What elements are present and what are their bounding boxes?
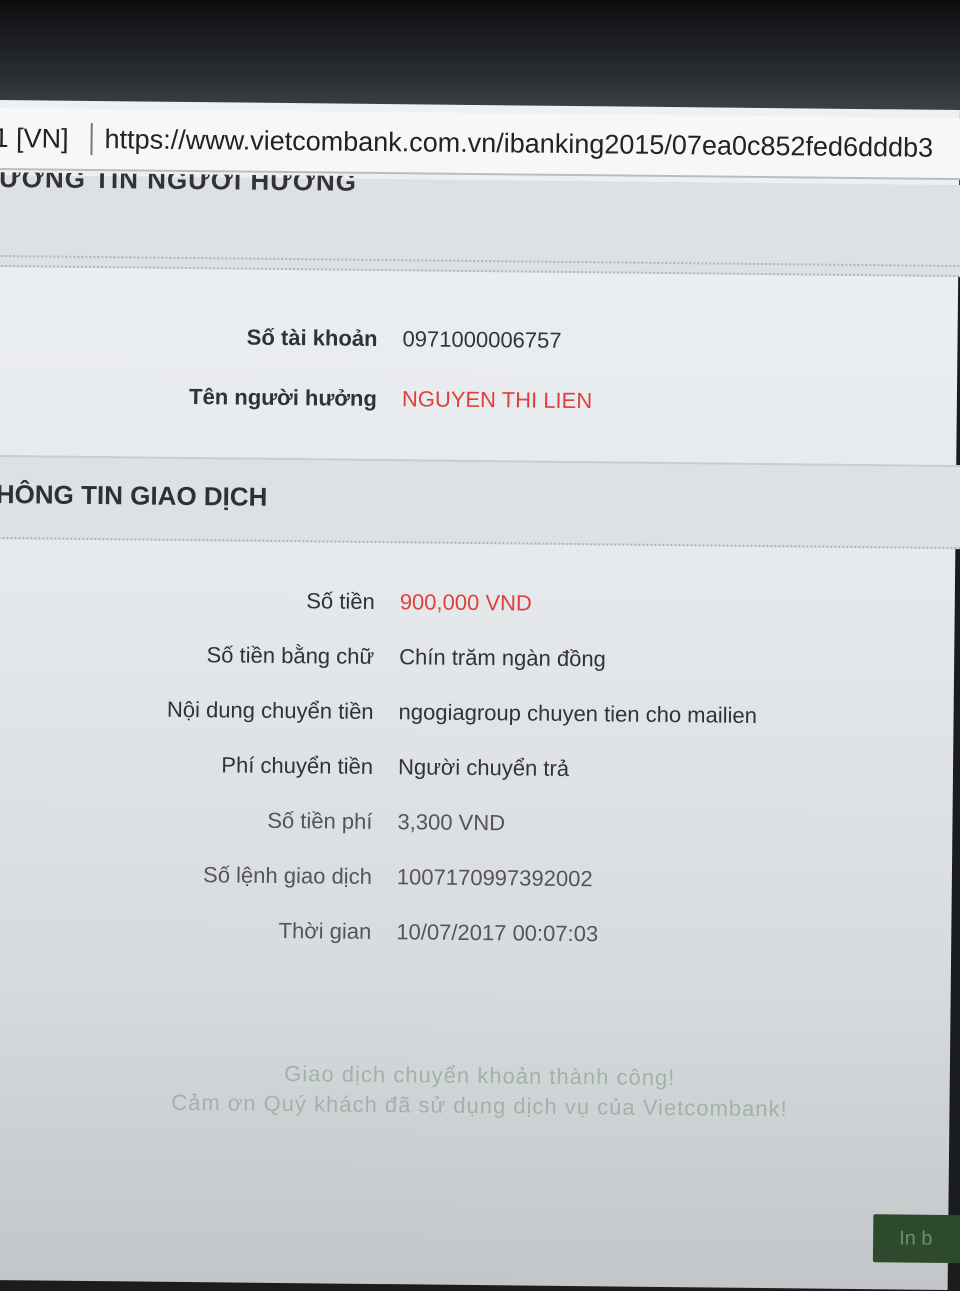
- amount-value: 900,000 VND: [399, 589, 532, 616]
- transfer-content-row: Nội dung chuyển tiền ngogiagroup chuyen …: [0, 695, 960, 745]
- address-separator: [90, 122, 93, 155]
- transfer-fee-row: Phí chuyển tiền Người chuyển trả: [0, 750, 960, 800]
- transaction-section-header: HÔNG TIN GIAO DỊCH: [0, 454, 960, 550]
- transaction-id-value: 1007170997392002: [396, 864, 593, 892]
- transaction-id-row: Số lệnh giao dịch 1007170997392002: [0, 860, 960, 910]
- account-number-value: 0971000006757: [402, 326, 562, 353]
- beneficiary-section-header: ƯỜNG TIN NGƯỜI HƯỞNG: [0, 175, 960, 278]
- amount-row: Số tiền 900,000 VND: [0, 585, 960, 635]
- amount-words-value: Chín trăm ngàn đồng: [399, 644, 607, 672]
- address-bar[interactable]: 1 [VN] https://www.vietcombank.com.vn/ib…: [0, 107, 960, 181]
- beneficiary-name-value: NGUYEN THI LIEN: [401, 386, 593, 414]
- transaction-id-label: Số lệnh giao dịch: [202, 862, 373, 889]
- amount-words-row: Số tiền bằng chữ Chín trăm ngàn đồng: [0, 640, 960, 690]
- time-row: Thời gian 10/07/2017 00:07:03: [0, 915, 960, 965]
- transaction-heading: HÔNG TIN GIAO DỊCH: [0, 478, 268, 512]
- amount-label: Số tiền: [306, 588, 375, 614]
- fee-amount-value: 3,300 VND: [397, 809, 506, 836]
- account-number-label: Số tài khoản: [246, 324, 378, 351]
- transfer-content-value: ngogiagroup chuyen tien cho mailien: [398, 699, 758, 728]
- time-label: Thời gian: [278, 917, 372, 944]
- browser-screen: 1 [VN] https://www.vietcombank.com.vn/ib…: [0, 100, 960, 1290]
- transfer-fee-value: Người chuyển trả: [397, 754, 570, 781]
- transfer-fee-label: Phí chuyển tiền: [221, 752, 374, 779]
- amount-words-label: Số tiền bằng chữ: [206, 642, 375, 669]
- fee-amount-label: Số tiền phí: [267, 807, 373, 834]
- beneficiary-name-label: Tên người hưởng: [188, 383, 378, 411]
- print-button[interactable]: In b: [872, 1214, 960, 1264]
- transfer-content-label: Nội dung chuyển tiền: [166, 696, 374, 724]
- beneficiary-name-row: Tên người hưởng NGUYEN THI LIEN: [0, 382, 960, 432]
- dotted-divider: [0, 254, 960, 268]
- language-tab[interactable]: 1 [VN]: [0, 122, 69, 154]
- time-value: 10/07/2017 00:07:03: [396, 919, 599, 947]
- monitor-bezel: [0, 0, 960, 110]
- url-text[interactable]: https://www.vietcombank.com.vn/ibanking2…: [104, 124, 933, 164]
- account-number-row: Số tài khoản 0971000006757: [0, 322, 960, 372]
- thank-you-message: Cảm ơn Quý khách đã sử dụng dịch vụ của …: [171, 1089, 788, 1122]
- fee-amount-row: Số tiền phí 3,300 VND: [0, 805, 960, 855]
